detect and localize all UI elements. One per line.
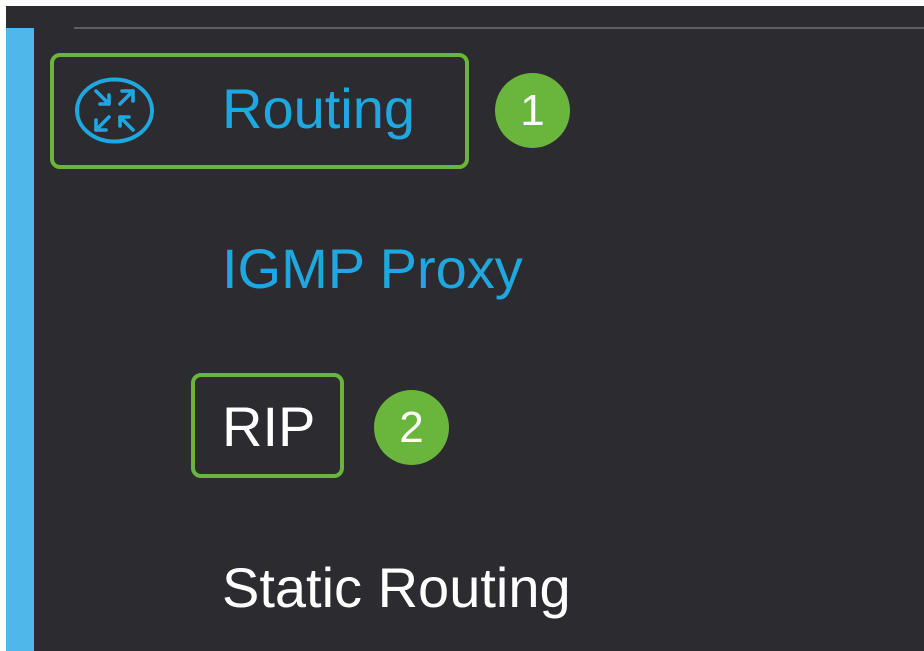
nav-item-static-routing[interactable]: Static Routing xyxy=(222,560,571,616)
nav-item-routing[interactable]: Routing xyxy=(222,81,415,137)
nav-item-igmp-proxy[interactable]: IGMP Proxy xyxy=(222,241,523,297)
step-2-badge: 2 xyxy=(374,390,449,465)
routing-arrows-icon xyxy=(75,77,154,144)
nav-divider xyxy=(74,27,924,29)
nav-item-rip[interactable]: RIP xyxy=(222,399,315,455)
active-section-indicator xyxy=(6,28,34,651)
step-1-badge: 1 xyxy=(495,73,570,148)
routing-icon-ring xyxy=(75,77,154,144)
screenshot-frame: Routing IGMP Proxy RIP Static Routing 1 … xyxy=(0,0,924,651)
